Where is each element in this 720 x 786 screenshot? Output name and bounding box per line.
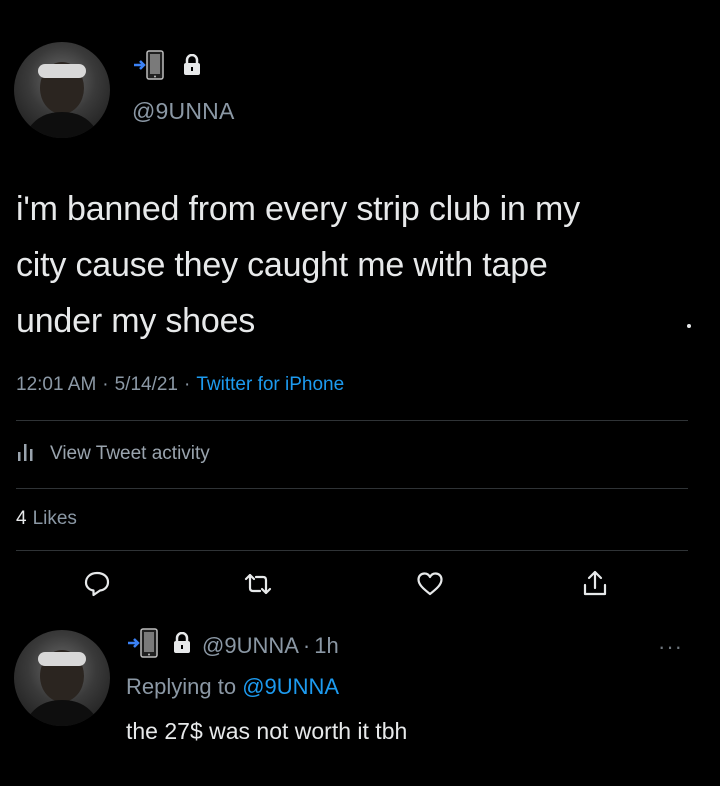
tweet-time: 12:01 AM bbox=[16, 374, 97, 395]
tweet-text: i'm banned from every strip club in my c… bbox=[16, 181, 706, 349]
meta-separator: · bbox=[184, 374, 191, 395]
share-button[interactable] bbox=[573, 562, 617, 606]
share-icon bbox=[583, 570, 607, 596]
tweet-text-line: under my shoes bbox=[16, 302, 256, 340]
reply-handle[interactable]: @9UNNA bbox=[202, 633, 299, 659]
tweet-handle[interactable]: @9UNNA bbox=[132, 98, 235, 125]
retweet-icon bbox=[244, 573, 272, 595]
reply-separator: · bbox=[302, 633, 311, 658]
tweet-text-line: city cause they caught me with tape bbox=[16, 246, 548, 284]
header-badges bbox=[132, 50, 202, 85]
likes-label: Likes bbox=[32, 508, 77, 529]
reply-text: the 27$ was not worth it tbh bbox=[126, 718, 408, 744]
divider bbox=[16, 550, 688, 551]
divider bbox=[16, 420, 688, 421]
replying-to: Replying to @9UNNA bbox=[126, 674, 339, 700]
phone-transfer-icon bbox=[132, 50, 168, 85]
meta-separator: · bbox=[102, 374, 109, 395]
bar-chart-icon bbox=[16, 440, 38, 468]
lock-icon bbox=[182, 53, 202, 81]
heart-icon bbox=[417, 572, 443, 596]
likes-number: 4 bbox=[16, 508, 27, 529]
more-icon: ··· bbox=[658, 634, 683, 659]
reply-header: @9UNNA · 1h bbox=[126, 628, 339, 664]
retweet-button[interactable] bbox=[236, 562, 280, 606]
like-button[interactable] bbox=[408, 562, 452, 606]
tweet-text-line: i'm banned from every strip club in my bbox=[16, 190, 580, 228]
tweet-meta: 12:01 AM · 5/14/21 · Twitter for iPhone bbox=[16, 374, 344, 396]
activity-label: View Tweet activity bbox=[50, 443, 210, 464]
tweet-source-link[interactable]: Twitter for iPhone bbox=[196, 374, 344, 396]
reply-age: 1h bbox=[314, 633, 339, 658]
lock-icon bbox=[172, 631, 192, 660]
reply-avatar[interactable] bbox=[14, 630, 110, 726]
reply-icon bbox=[84, 571, 110, 597]
replying-mention-link[interactable]: @9UNNA bbox=[242, 674, 339, 699]
replying-prefix: Replying to bbox=[126, 674, 237, 699]
more-button[interactable]: ··· bbox=[658, 634, 683, 660]
tweet-date: 5/14/21 bbox=[114, 374, 179, 395]
reply-button[interactable] bbox=[75, 562, 119, 606]
phone-transfer-icon bbox=[126, 628, 162, 664]
avatar[interactable] bbox=[14, 42, 110, 138]
stray-dot bbox=[687, 324, 691, 328]
likes-count[interactable]: 4 Likes bbox=[16, 508, 77, 530]
divider bbox=[16, 488, 688, 489]
view-tweet-activity-button[interactable]: View Tweet activity bbox=[16, 440, 210, 468]
